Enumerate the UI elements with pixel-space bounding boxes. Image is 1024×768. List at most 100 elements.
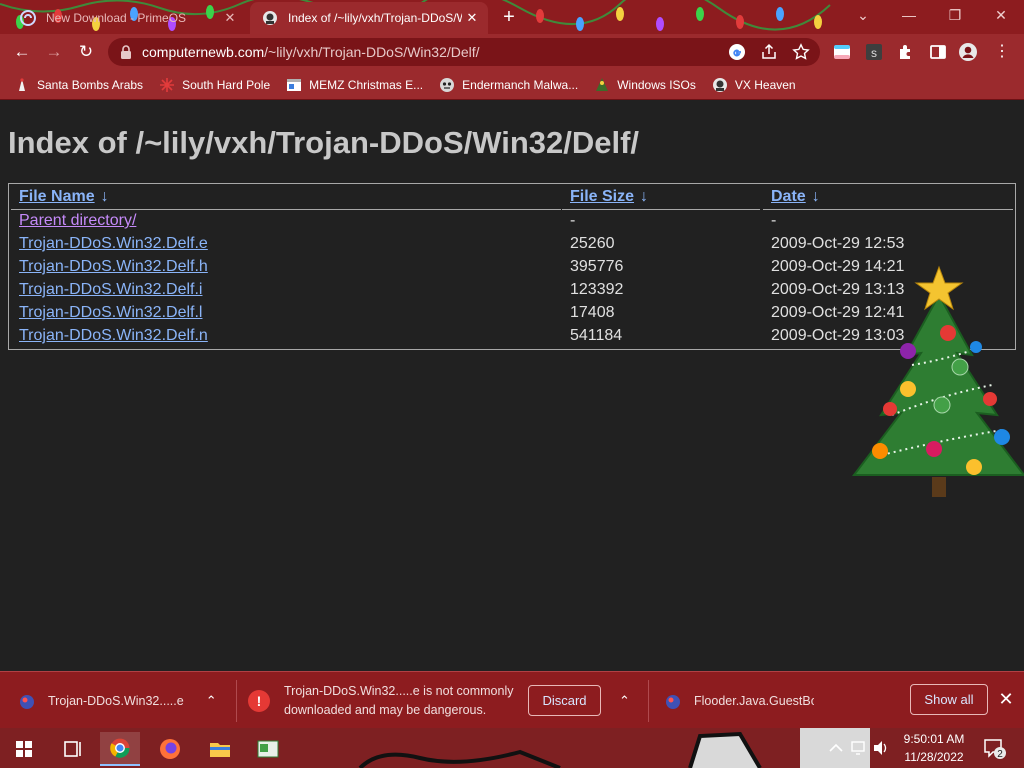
download-warning-text: Trojan-DDoS.Win32.....e is not commonly … <box>284 683 514 717</box>
column-header-file-size[interactable]: File Size ↓ <box>562 188 760 210</box>
vx-heaven-icon <box>263 11 277 25</box>
divider <box>236 680 237 722</box>
file-explorer-taskbar-icon[interactable] <box>200 732 240 766</box>
vx-heaven-icon <box>712 77 727 92</box>
sort-arrow-icon[interactable]: ↓ <box>101 188 109 205</box>
chrome-menu-icon[interactable]: ⋮ <box>992 42 1012 62</box>
divider <box>648 680 649 722</box>
side-panel-icon[interactable] <box>928 42 948 62</box>
date-cell: 2009-Oct-29 12:53 <box>771 235 905 252</box>
download-item-1[interactable]: Trojan-DDoS.Win32.....e ⌃ <box>18 672 236 729</box>
chevron-up-icon[interactable]: ⌃ <box>619 693 630 709</box>
notification-center-icon[interactable]: 2 <box>982 736 1006 760</box>
google-lens-icon[interactable] <box>728 43 746 61</box>
bookmark-endermanch-malware[interactable]: Endermanch Malwa... <box>439 77 578 93</box>
file-size-cell: - <box>570 212 576 229</box>
file-size-cell: 123392 <box>570 281 624 298</box>
parent-directory-link[interactable]: Parent directory/ <box>19 212 136 230</box>
firefox-taskbar-icon[interactable] <box>150 732 190 766</box>
close-window-button[interactable]: ✕ <box>978 0 1024 30</box>
file-link[interactable]: Trojan-DDoS.Win32.Delf.h <box>19 258 208 276</box>
primeos-icon <box>20 10 36 26</box>
download-shelf: Trojan-DDoS.Win32.....e ⌃ ! Trojan-DDoS.… <box>0 671 1024 728</box>
bookmark-south-hard-pole[interactable]: South Hard Pole <box>159 77 270 93</box>
download-filename: Flooder.Java.GuestBook <box>694 693 814 708</box>
profile-avatar-icon[interactable] <box>958 42 978 62</box>
sort-arrow-icon[interactable]: ↓ <box>640 188 648 205</box>
file-link[interactable]: Trojan-DDoS.Win32.Delf.l <box>19 304 202 322</box>
tab-index-of-delf[interactable]: Index of /~lily/vxh/Trojan-DDoS/Win32/De… <box>250 2 488 34</box>
tab-search-button[interactable]: ⌄ <box>840 0 886 30</box>
system-tray-icons[interactable] <box>826 736 896 760</box>
date-cell: - <box>771 212 777 229</box>
back-button[interactable]: ← <box>10 40 34 64</box>
bookmark-label: VX Heaven <box>734 77 796 92</box>
bookmark-label: MEMZ Christmas E... <box>309 77 424 92</box>
column-header-date[interactable]: Date ↓ <box>763 188 1013 210</box>
extensions-puzzle-icon[interactable] <box>896 42 916 62</box>
extension-s-icon[interactable]: s <box>864 42 884 62</box>
app-taskbar-icon[interactable] <box>248 732 288 766</box>
page-content: Index of /~lily/vxh/Trojan-DDoS/Win32/De… <box>0 101 1024 671</box>
sort-arrow-icon[interactable]: ↓ <box>812 188 820 205</box>
windows-iso-icon <box>596 77 609 91</box>
column-header-file-name[interactable]: File Name ↓ <box>11 188 561 210</box>
close-shelf-icon[interactable]: ✕ <box>997 689 1015 709</box>
tab-close-icon[interactable]: ✕ <box>220 10 240 26</box>
file-size-cell: 17408 <box>570 304 615 321</box>
reload-button[interactable]: ↻ <box>74 40 98 64</box>
bookmark-memz-christmas[interactable]: MEMZ Christmas E... <box>286 77 423 93</box>
table-row: Trojan-DDoS.Win32.Delf.e 25260 2009-Oct-… <box>9 235 1015 258</box>
christmas-tree-decoration[interactable] <box>852 265 1024 501</box>
sort-by-size-link[interactable]: File Size <box>570 188 634 205</box>
tab-new-download[interactable]: New Download - PrimeOS ✕ <box>8 2 246 34</box>
svg-text:s: s <box>871 46 877 60</box>
discard-button[interactable]: Discard <box>528 685 601 716</box>
tab-close-icon[interactable]: ✕ <box>462 10 482 26</box>
download-item-warning: ! Trojan-DDoS.Win32.....e is not commonl… <box>248 672 648 729</box>
bookmark-label: South Hard Pole <box>182 77 271 92</box>
download-item-3[interactable]: Flooder.Java.GuestBook <box>664 672 894 729</box>
tab-title: New Download - PrimeOS <box>46 11 187 25</box>
sort-by-name-link[interactable]: File Name <box>19 188 95 205</box>
bookmarks-bar: Santa Bombs Arabs South Hard Pole MEMZ C… <box>0 70 1024 100</box>
url-text[interactable]: computernewb.com/~lily/vxh/Trojan-DDoS/W… <box>142 44 480 60</box>
chevron-up-icon[interactable]: ⌃ <box>206 693 217 709</box>
chrome-taskbar-icon[interactable] <box>100 732 140 766</box>
forward-button[interactable]: → <box>42 40 66 64</box>
download-filename: Trojan-DDoS.Win32.....e <box>48 693 184 708</box>
windows-start-icon[interactable] <box>4 732 44 766</box>
sort-by-date-link[interactable]: Date <box>771 188 806 205</box>
clock-date: 11/28/2022 <box>904 750 964 764</box>
task-view-icon[interactable] <box>52 732 92 766</box>
endermanch-icon <box>440 77 455 92</box>
lock-icon[interactable] <box>120 45 132 59</box>
bookmark-windows-isos[interactable]: Windows ISOs <box>594 77 696 93</box>
restore-button[interactable]: ❐ <box>932 0 978 30</box>
bookmark-santa-bombs-arabs[interactable]: Santa Bombs Arabs <box>14 77 143 93</box>
file-link[interactable]: Trojan-DDoS.Win32.Delf.e <box>19 235 208 253</box>
snowflake-icon <box>160 77 175 92</box>
file-link[interactable]: Trojan-DDoS.Win32.Delf.n <box>19 327 208 345</box>
page-title: Index of /~lily/vxh/Trojan-DDoS/Win32/De… <box>8 125 640 160</box>
danger-warning-icon: ! <box>248 689 270 712</box>
show-all-downloads-button[interactable]: Show all <box>910 684 988 715</box>
extension-flag-icon[interactable] <box>832 42 852 62</box>
bookmark-label: Santa Bombs Arabs <box>37 77 144 92</box>
windows-taskbar: 9:50:01 AM 11/28/2022 2 <box>0 728 1024 768</box>
new-tab-button[interactable]: + <box>498 7 520 29</box>
address-bar[interactable]: computernewb.com/~lily/vxh/Trojan-DDoS/W… <box>108 38 820 66</box>
file-size-cell: 541184 <box>570 327 623 344</box>
share-icon[interactable] <box>760 43 778 61</box>
memz-icon <box>287 78 302 91</box>
minimize-button[interactable]: — <box>886 0 932 30</box>
bookmark-vx-heaven[interactable]: VX Heaven <box>712 77 796 93</box>
notification-count: 2 <box>997 749 1003 760</box>
bookmark-label: Windows ISOs <box>617 77 696 92</box>
taskbar-clock[interactable]: 9:50:01 AM 11/28/2022 <box>898 730 970 766</box>
table-row-parent: Parent directory/ - - <box>9 212 1015 235</box>
url-host: computernewb.com <box>142 44 265 60</box>
bookmark-star-icon[interactable] <box>792 43 810 61</box>
file-link[interactable]: Trojan-DDoS.Win32.Delf.i <box>19 281 202 299</box>
browser-toolbar: ← → ↻ computernewb.com/~lily/vxh/Trojan-… <box>0 34 1024 70</box>
